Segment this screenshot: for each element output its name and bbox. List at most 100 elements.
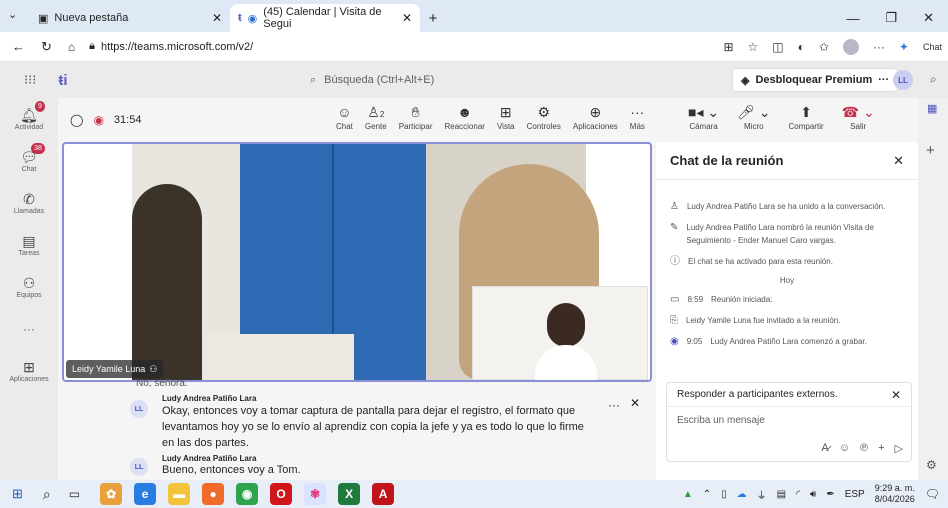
- volume-icon[interactable]: 🔊︎: [810, 489, 816, 500]
- widget-icon[interactable]: ▲: [683, 489, 693, 500]
- people-button[interactable]: ♙2 Gente: [365, 104, 387, 131]
- send-icon[interactable]: ▷: [895, 442, 903, 455]
- wifi-icon[interactable]: ◜: [796, 489, 800, 500]
- apps-icon[interactable]: ⊞: [723, 40, 733, 54]
- tab-teams[interactable]: ŧ ◉ (45) Calendar | Visita de Segui ✕: [230, 4, 420, 32]
- close-captions-icon[interactable]: ✕: [630, 396, 640, 410]
- minimize-icon[interactable]: —: [846, 11, 859, 26]
- rail-item-more[interactable]: ···: [0, 308, 58, 350]
- rail-item-activity[interactable]: 🔔︎ 9 Actividad: [0, 98, 58, 140]
- close-window-icon[interactable]: ✕: [923, 10, 934, 26]
- network-icon[interactable]: ▤: [777, 489, 786, 500]
- search-icon[interactable]: ⌕: [43, 486, 51, 503]
- mic-button[interactable]: 🎤︎ ⌄ Micro: [737, 104, 770, 131]
- favorite-star-icon[interactable]: ☆: [748, 40, 759, 54]
- rail-item-calls[interactable]: ✆ Llamadas: [0, 182, 58, 224]
- copilot-icon[interactable]: ◐: [798, 40, 805, 54]
- event-text: Ludy Andrea Patiño Lara comenzó a grabar…: [710, 337, 867, 346]
- profile-icon[interactable]: [842, 38, 859, 55]
- chat-button[interactable]: ☺ Chat: [336, 104, 353, 131]
- excel-icon[interactable]: X: [338, 483, 361, 505]
- favorites-icon[interactable]: ✩: [819, 40, 829, 54]
- copilot-app-icon[interactable]: ✿: [100, 483, 123, 505]
- clock[interactable]: 9:29 a. m. 8/04/2026: [875, 483, 915, 505]
- premium-button[interactable]: ◈ Desbloquear Premium ···: [732, 68, 899, 92]
- leave-button[interactable]: ☎ ⌄ Salir: [842, 104, 875, 131]
- side-chat-label[interactable]: Chat: [923, 42, 942, 52]
- rail-label: Aplicaciones: [9, 376, 49, 383]
- language-indicator[interactable]: ESP: [845, 489, 865, 500]
- back-icon[interactable]: ←: [12, 39, 25, 54]
- search-input[interactable]: ⌕ Búsqueda (Ctrl+Alt+E): [300, 69, 640, 91]
- close-tab-icon[interactable]: ✕: [212, 11, 222, 25]
- tasks-icon: ▤: [22, 233, 36, 249]
- tool-label: Cámara: [689, 122, 718, 131]
- url-field[interactable]: 🔒︎ https://teams.microsoft.com/v2/: [89, 40, 253, 53]
- controls-button[interactable]: ⚙︎ Controles: [527, 104, 561, 131]
- edge-app-icon[interactable]: e: [134, 483, 157, 505]
- teams-sidebar-icon[interactable]: ▦: [927, 102, 937, 115]
- paint-app-icon[interactable]: ✾: [304, 483, 327, 505]
- file-explorer-icon[interactable]: ▬: [168, 483, 191, 505]
- camera-button[interactable]: ■◂ ⌄ Cámara: [688, 104, 719, 131]
- format-icon[interactable]: A̷: [821, 442, 828, 455]
- chrome-icon[interactable]: ◉: [236, 483, 259, 505]
- acrobat-icon[interactable]: A: [372, 483, 395, 505]
- taskbar: ⊞ ⌕ ▭ ✿ e ▬ ● ◉ O ✾ X A ▲ ⌃ ▯ ☁ ⏚ ▤ ◜ 🔊︎…: [0, 480, 948, 508]
- rail-item-teams[interactable]: ⚇ Equipos: [0, 266, 58, 308]
- close-tab-icon[interactable]: ✕: [402, 11, 412, 25]
- cloud-icon[interactable]: ☁: [737, 489, 747, 500]
- person-left: [132, 184, 202, 380]
- apps-button[interactable]: ⊕ Aplicaciones: [573, 104, 618, 131]
- show-hidden-icon[interactable]: ⌃: [703, 489, 711, 500]
- react-button[interactable]: ☻ Reaccionar: [445, 104, 485, 131]
- reply-banner-text: Responder a participantes externos.: [677, 389, 838, 400]
- opera-icon[interactable]: O: [270, 483, 293, 505]
- message-input[interactable]: Escriba un mensaje: [667, 407, 911, 434]
- hangup-icon: ☎ ⌄: [841, 104, 875, 120]
- new-tab-button[interactable]: +: [420, 4, 446, 32]
- day-separator: Hoy: [779, 276, 795, 285]
- emoji-icon[interactable]: ☺: [839, 442, 850, 455]
- tool-label: Micro: [744, 122, 764, 131]
- task-view-icon[interactable]: ▭: [69, 487, 80, 501]
- more-icon[interactable]: ···: [873, 40, 885, 54]
- tool-label: Participar: [398, 122, 433, 131]
- tray-app-icon[interactable]: ▯: [721, 489, 727, 500]
- add-sidebar-icon[interactable]: +: [926, 142, 935, 159]
- copilot-chat-icon[interactable]: ✦: [899, 40, 909, 54]
- view-button[interactable]: ⊞ Vista: [497, 104, 515, 131]
- app-launcher-icon[interactable]: ⁝⁝⁝: [24, 72, 36, 88]
- more-button[interactable]: ··· Más: [630, 104, 645, 131]
- pen-icon[interactable]: ✒: [826, 489, 834, 500]
- notification-center-icon[interactable]: 🗨︎: [925, 487, 940, 501]
- usb-icon[interactable]: ⏚: [757, 487, 767, 502]
- close-panel-icon[interactable]: ✕: [893, 153, 904, 169]
- share-button[interactable]: ⬆ Compartir: [789, 104, 824, 131]
- chat-icon: 💬︎ 38: [20, 143, 45, 166]
- tool-label: Reaccionar: [444, 122, 485, 131]
- sidebar-search-icon[interactable]: ⌕: [930, 72, 937, 87]
- tool-label: Compartir: [788, 122, 824, 131]
- settings-icon[interactable]: ⚙︎: [926, 458, 937, 472]
- raise-hand-button[interactable]: ✋︎ Participar: [399, 104, 433, 131]
- refresh-icon[interactable]: ↻: [41, 39, 52, 55]
- dismiss-banner-icon[interactable]: ✕: [891, 388, 901, 402]
- shield-icon[interactable]: ◯: [70, 113, 83, 127]
- restore-icon[interactable]: ❐: [885, 10, 897, 26]
- attach-plus-icon[interactable]: +: [878, 442, 884, 455]
- windows-start-icon[interactable]: ⊞: [12, 486, 23, 502]
- home-icon[interactable]: ⌂: [68, 40, 75, 54]
- rail-item-apps[interactable]: ⊞ Aplicaciones: [0, 350, 58, 392]
- loop-icon[interactable]: ℗: [860, 442, 868, 455]
- live-captions: No, señora. LL Ludy Andrea Patiño Lara O…: [62, 378, 652, 480]
- split-screen-icon[interactable]: ◫: [772, 40, 783, 54]
- avatar[interactable]: LL: [893, 70, 913, 90]
- caption-more-icon[interactable]: ···: [608, 398, 620, 412]
- tab-new[interactable]: ▣ Nueva pestaña ✕: [30, 4, 230, 32]
- firefox-icon[interactable]: ●: [202, 483, 225, 505]
- rail-item-chat[interactable]: 💬︎ 38 Chat: [0, 140, 58, 182]
- rail-item-tasks[interactable]: ▤ Tareas: [0, 224, 58, 266]
- tab-actions-chevron-icon[interactable]: ⌄: [8, 8, 17, 21]
- more-options-icon[interactable]: ···: [878, 74, 889, 86]
